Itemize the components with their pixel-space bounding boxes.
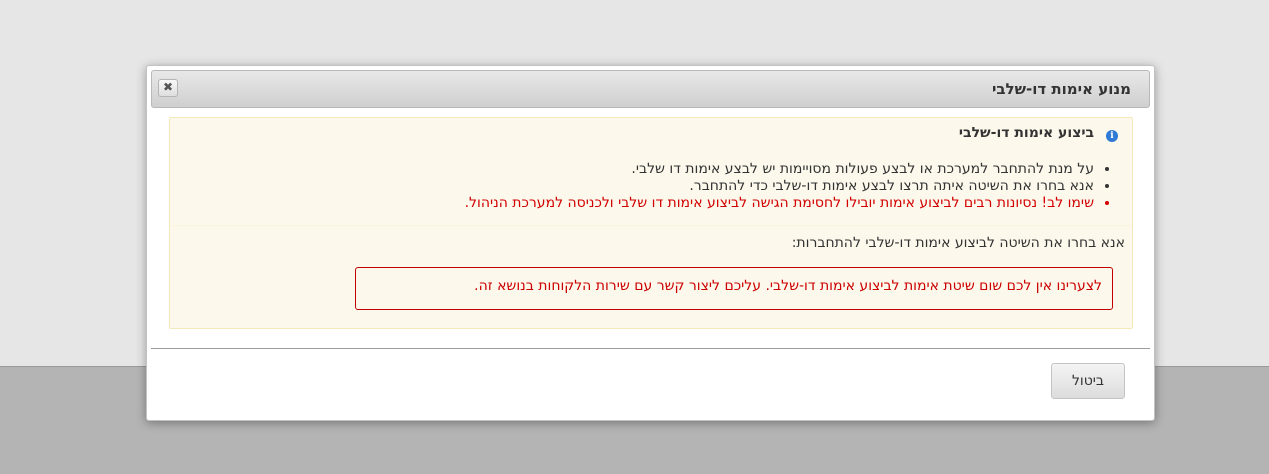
dialog-titlebar: ✖ מנוע אימות דו-שלבי [151,70,1150,108]
section-title: ביצוע אימות דו-שלבי [958,125,1094,141]
list-item: על מנת להתחבר למערכת או לבצע פעולות מסוי… [194,161,1094,178]
choose-method-label: אנא בחרו את השיטה לביצוע אימות דו-שלבי ל… [791,235,1125,251]
instructions-list: על מנת להתחבר למערכת או לבצע פעולות מסוי… [194,161,1116,212]
two-factor-dialog: ✖ מנוע אימות דו-שלבי i ביצוע אימות דו-של… [146,65,1155,421]
error-message-box: לצערינו אין לכם שום שיטת אימות לביצוע אי… [355,267,1113,310]
list-item: אנא בחרו את השיטה איתה תרצו לבצע אימות ד… [194,178,1094,195]
footer-divider [151,348,1150,349]
two-factor-panel: i ביצוע אימות דו-שלבי על מנת להתחבר למער… [169,117,1133,329]
info-icon: i [1106,130,1118,142]
dialog-title: מנוע אימות דו-שלבי [991,80,1131,98]
cancel-button[interactable]: ביטול [1051,363,1125,399]
panel-separator [170,225,1132,226]
error-message: לצערינו אין לכם שום שיטת אימות לביצוע אי… [474,278,1102,294]
close-icon[interactable]: ✖ [158,79,178,97]
warning-list-item: שימו לב! נסיונות רבים לביצוע אימות יוביל… [194,195,1094,212]
